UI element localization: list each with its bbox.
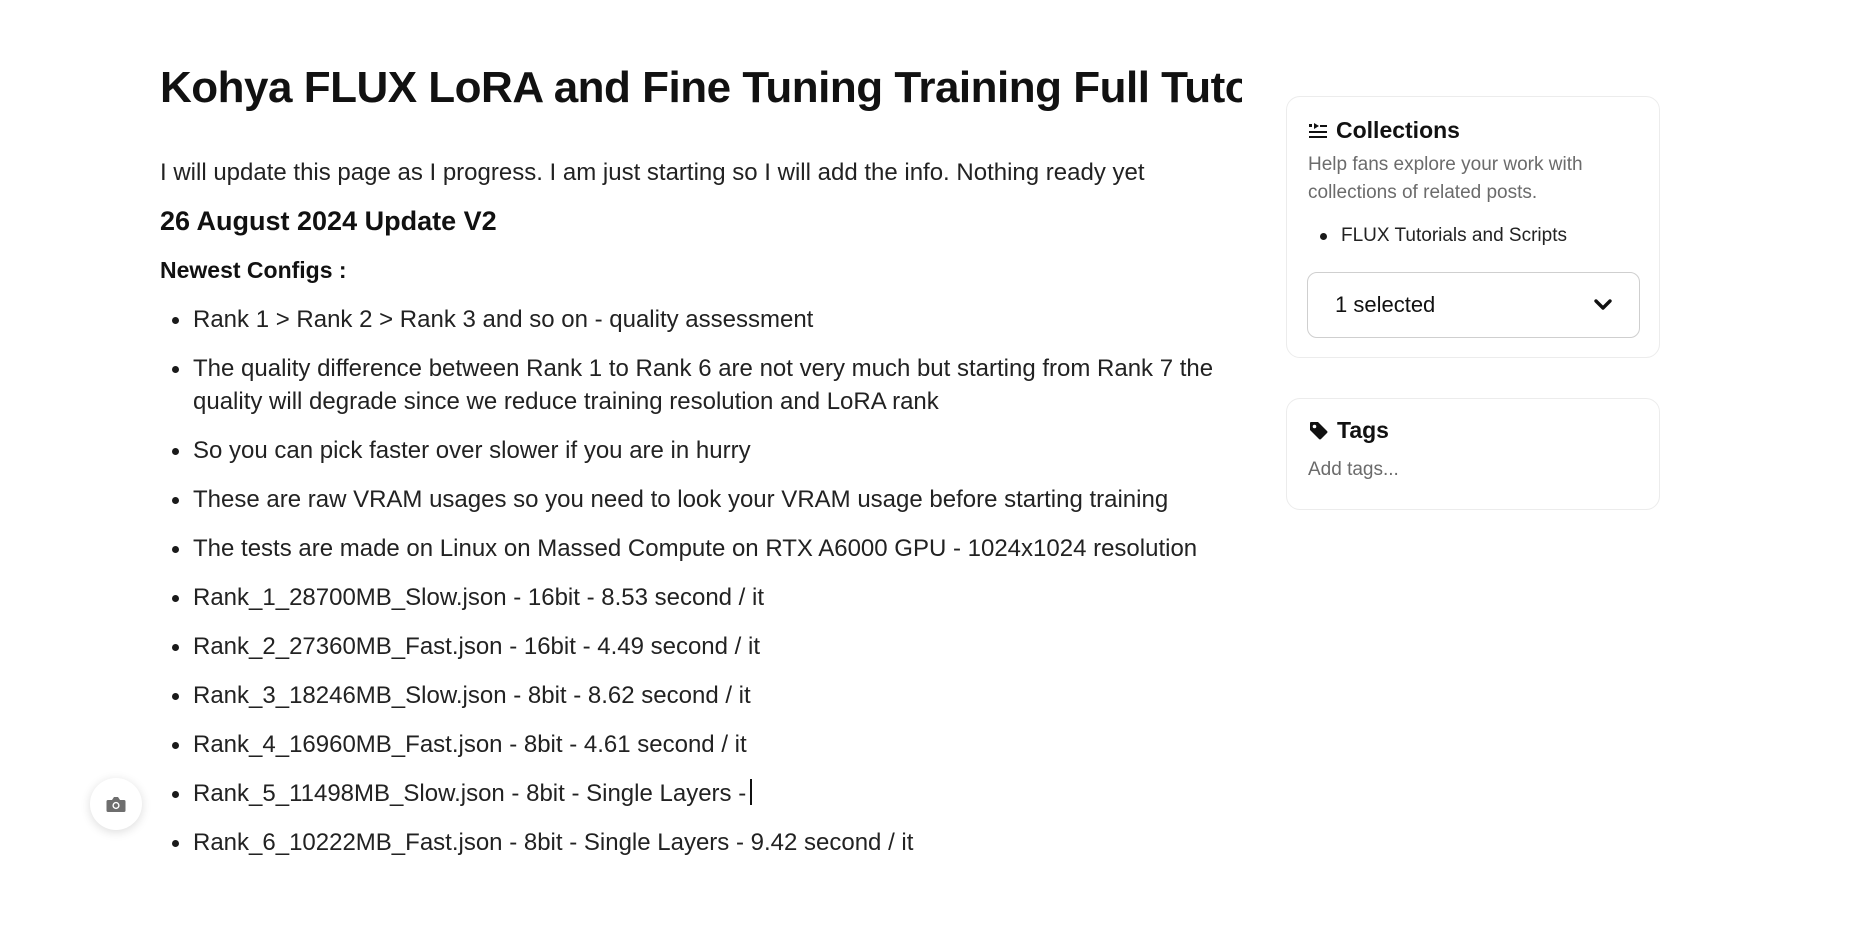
collections-list: FLUX Tutorials and Scripts bbox=[1308, 223, 1567, 249]
text-cursor bbox=[750, 779, 753, 805]
camera-icon bbox=[106, 797, 126, 812]
camera-button[interactable] bbox=[90, 778, 142, 830]
post-editor-page: Kohya FLUX LoRA and Fine Tuning Training… bbox=[0, 0, 1876, 950]
configs-list: Rank 1 > Rank 2 > Rank 3 and so on - qua… bbox=[160, 303, 1242, 859]
collections-description: Help fans explore your work with collect… bbox=[1308, 154, 1583, 203]
list-item: Rank_2_27360MB_Fast.json - 16bit - 4.49 … bbox=[160, 630, 1242, 663]
list-item: Rank_6_10222MB_Fast.json - 8bit - Single… bbox=[160, 826, 1242, 859]
collection-item: FLUX Tutorials and Scripts bbox=[1308, 223, 1567, 249]
list-item: The tests are made on Linux on Massed Co… bbox=[160, 532, 1242, 565]
list-item: Rank_1_28700MB_Slow.json - 16bit - 8.53 … bbox=[160, 581, 1242, 614]
chevron-down-icon bbox=[1594, 299, 1612, 310]
collections-title: Collections bbox=[1336, 117, 1460, 143]
tags-input[interactable]: Add tags... bbox=[1308, 459, 1399, 481]
collections-select[interactable]: 1 selected bbox=[1307, 272, 1640, 338]
editor-column: Kohya FLUX LoRA and Fine Tuning Training… bbox=[160, 56, 1242, 875]
post-title-input[interactable]: Kohya FLUX LoRA and Fine Tuning Training… bbox=[160, 56, 1242, 120]
tags-header: Tags bbox=[1308, 417, 1389, 444]
tags-title: Tags bbox=[1337, 417, 1389, 443]
list-item: Rank 1 > Rank 2 > Rank 3 and so on - qua… bbox=[160, 303, 1242, 336]
configs-heading: Newest Configs : bbox=[160, 257, 347, 283]
collections-select-value: 1 selected bbox=[1335, 292, 1436, 317]
tag-icon bbox=[1310, 422, 1328, 440]
list-item: Rank_4_16960MB_Fast.json - 8bit - 4.61 s… bbox=[160, 728, 1242, 761]
tags-card: Tags Add tags... bbox=[1286, 398, 1660, 510]
intro-paragraph: I will update this page as I progress. I… bbox=[160, 159, 1145, 186]
list-item: These are raw VRAM usages so you need to… bbox=[160, 483, 1242, 516]
update-heading: 26 August 2024 Update V2 bbox=[160, 206, 497, 236]
list-item: Rank_3_18246MB_Slow.json - 8bit - 8.62 s… bbox=[160, 679, 1242, 712]
list-item: The quality difference between Rank 1 to… bbox=[160, 352, 1242, 418]
post-body-editor[interactable]: I will update this page as I progress. I… bbox=[160, 156, 1242, 859]
collections-header: Collections bbox=[1308, 117, 1460, 144]
collections-card: Collections Help fans explore your work … bbox=[1286, 96, 1660, 358]
collections-icon bbox=[1309, 122, 1327, 138]
list-item: So you can pick faster over slower if yo… bbox=[160, 434, 1242, 467]
list-item: Rank_5_11498MB_Slow.json - 8bit - Single… bbox=[160, 777, 1242, 810]
